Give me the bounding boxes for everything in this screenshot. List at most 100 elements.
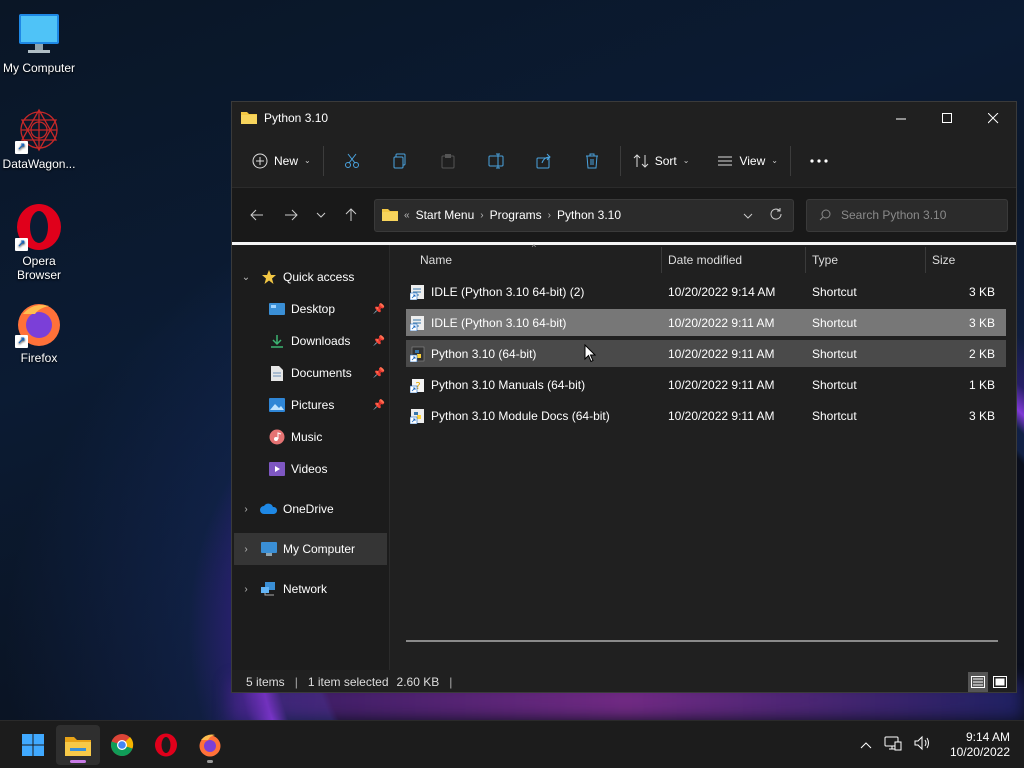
details-view-icon (971, 676, 985, 688)
chevron-right-icon[interactable]: › (240, 504, 252, 515)
more-options-button[interactable] (795, 144, 843, 178)
file-name: IDLE (Python 3.10 64-bit) (431, 315, 567, 330)
chevron-down-icon[interactable]: ⌄ (240, 272, 252, 283)
taskbar-chrome[interactable] (100, 725, 144, 765)
nav-videos[interactable]: Videos (232, 453, 389, 485)
file-name: Python 3.10 (64-bit) (431, 346, 537, 361)
copy-button[interactable] (376, 144, 424, 178)
view-button[interactable]: View ⌄ (709, 144, 786, 178)
file-type: Shortcut (812, 408, 857, 423)
maximize-button[interactable] (924, 102, 970, 134)
recent-locations-button[interactable] (308, 198, 334, 232)
breadcrumb-python-3-10[interactable]: Python 3.10 (557, 208, 621, 222)
nav-my-computer[interactable]: › My Computer (234, 533, 387, 565)
close-button[interactable] (970, 102, 1016, 134)
clock-time: 9:14 AM (965, 729, 1010, 744)
details-view-button[interactable] (968, 672, 988, 692)
desktop-icon-firefox[interactable]: ↗ Firefox (0, 300, 78, 365)
scissors-icon (344, 153, 359, 168)
start-button[interactable] (11, 725, 55, 765)
file-type: Shortcut (812, 315, 857, 330)
nav-music[interactable]: Music (232, 421, 389, 453)
file-row-selected[interactable]: IDLE (Python 3.10 64-bit) 10/20/2022 9:1… (406, 309, 1006, 336)
new-button[interactable]: New ⌄ (244, 144, 319, 178)
file-date: 10/20/2022 9:11 AM (668, 408, 775, 423)
shortcut-arrow-icon: ↗ (15, 238, 28, 251)
pin-icon: 📌 (372, 367, 385, 379)
column-type[interactable]: Type (806, 247, 926, 273)
nav-downloads[interactable]: Downloads 📌 (232, 325, 389, 357)
opera-icon: ↗ (15, 203, 63, 251)
minimize-icon (895, 118, 906, 119)
column-size[interactable]: Size (926, 247, 1004, 273)
nav-label: Quick access (283, 270, 355, 284)
up-button[interactable] (334, 198, 368, 232)
search-input[interactable] (841, 208, 1001, 222)
nav-onedrive[interactable]: › OneDrive (232, 493, 389, 525)
pin-icon: 📌 (372, 303, 385, 315)
network-status-button[interactable] (884, 735, 902, 754)
horizontal-scrollbar[interactable] (406, 640, 998, 642)
back-button[interactable] (240, 198, 274, 232)
breadcrumb-start-menu[interactable]: Start Menu (416, 208, 475, 222)
search-icon (819, 209, 831, 221)
nav-quick-access[interactable]: ⌄ Quick access (232, 261, 389, 293)
delete-button[interactable] (568, 144, 616, 178)
minimize-button[interactable] (878, 102, 924, 134)
chevron-right-icon: › (547, 209, 551, 221)
chevron-right-icon[interactable]: › (240, 584, 252, 595)
pin-icon: 📌 (372, 399, 385, 411)
file-size: 2 KB (968, 346, 995, 361)
show-hidden-icons-button[interactable] (860, 738, 872, 752)
volume-button[interactable] (914, 735, 932, 754)
share-button[interactable] (520, 144, 568, 178)
nav-pictures[interactable]: Pictures 📌 (232, 389, 389, 421)
windows-start-icon (22, 733, 44, 756)
system-tray: 9:14 AM 10/20/2022 (860, 730, 1024, 760)
nav-documents[interactable]: Documents 📌 (232, 357, 389, 389)
desktop-icon-datawagon[interactable]: ↗ DataWagon... (0, 106, 78, 171)
taskbar-opera[interactable] (144, 725, 188, 765)
paste-button[interactable] (424, 144, 472, 178)
desktop-icon-opera[interactable]: ↗ Opera Browser (0, 203, 78, 282)
column-headers: ^ Name Date modified Type Size (406, 243, 1006, 275)
nav-network[interactable]: › Network (232, 573, 389, 605)
view-lines-icon (718, 156, 733, 165)
cloud-icon (260, 501, 278, 517)
folder-icon (382, 207, 398, 224)
refresh-button[interactable] (769, 207, 783, 224)
chevron-right-icon[interactable]: › (240, 544, 252, 555)
file-row[interactable]: Python 3.10 Module Docs (64-bit) 10/20/2… (406, 402, 1006, 429)
rename-button[interactable] (472, 144, 520, 178)
tiles-view-button[interactable] (990, 672, 1010, 692)
search-box[interactable] (806, 198, 1008, 232)
desktop-icon-my-computer[interactable]: My Computer (0, 10, 78, 75)
nav-desktop[interactable]: Desktop 📌 (232, 293, 389, 325)
breadcrumb-programs[interactable]: Programs (490, 208, 542, 222)
address-bar[interactable]: « Start Menu › Programs › Python 3.10 (374, 198, 794, 232)
document-icon (268, 365, 286, 381)
taskbar-firefox[interactable] (188, 725, 232, 765)
item-count: 5 items (246, 675, 285, 689)
overflow-chevron[interactable]: « (404, 210, 410, 221)
cut-button[interactable] (328, 144, 376, 178)
file-row[interactable]: IDLE (Python 3.10 64-bit) (2) 10/20/2022… (406, 278, 1006, 305)
file-name: IDLE (Python 3.10 64-bit) (2) (431, 284, 585, 299)
file-name: Python 3.10 Manuals (64-bit) (431, 377, 586, 392)
file-row-hovered[interactable]: Python 3.10 (64-bit) 10/20/2022 9:11 AM … (406, 340, 1006, 367)
monitor-icon (260, 541, 278, 557)
address-history-button[interactable] (743, 208, 753, 222)
shortcut-arrow-icon: ↗ (15, 141, 28, 154)
arrow-left-icon (250, 209, 263, 221)
title-bar[interactable]: Python 3.10 (232, 102, 1016, 134)
sort-button[interactable]: Sort ⌄ (625, 144, 698, 178)
network-icon (260, 581, 278, 597)
monitor-icon (15, 10, 63, 58)
maximize-icon (941, 112, 952, 123)
clock[interactable]: 9:14 AM 10/20/2022 (950, 730, 1010, 760)
forward-button[interactable] (274, 198, 308, 232)
column-date-modified[interactable]: Date modified (662, 247, 806, 273)
taskbar-file-explorer[interactable] (56, 724, 100, 765)
file-row[interactable]: ? Python 3.10 Manuals (64-bit) 10/20/202… (406, 371, 1006, 398)
sort-icon (633, 153, 649, 168)
